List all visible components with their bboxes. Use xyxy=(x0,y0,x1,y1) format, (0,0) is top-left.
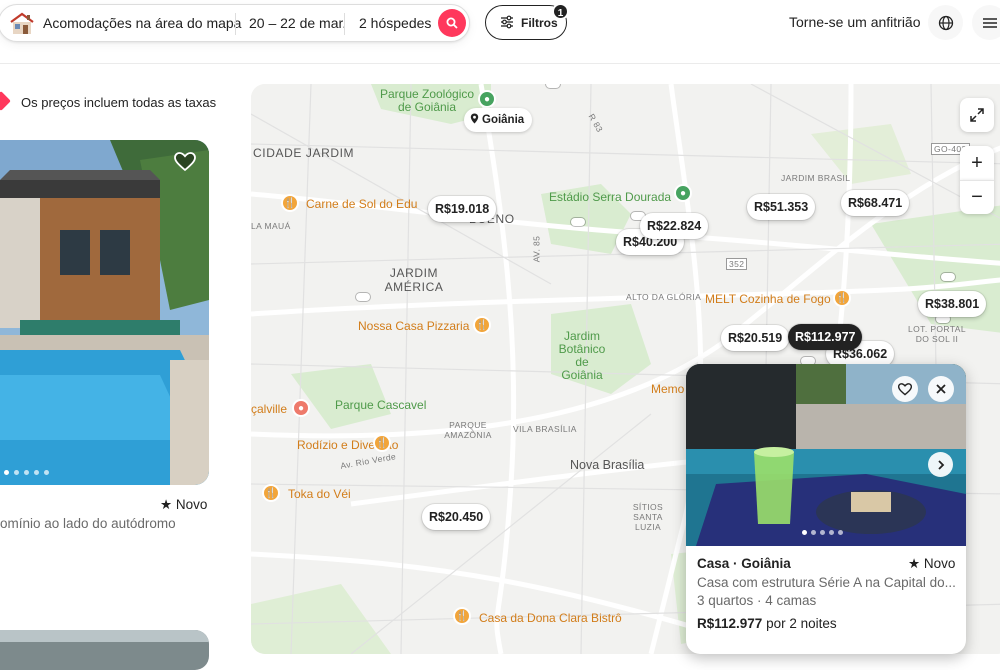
filters-label: Filtros xyxy=(521,16,558,30)
map-label-parque-amazonia: PARQUE AMAZÔNIA xyxy=(444,420,492,440)
map-place-chip-label: Goiânia xyxy=(482,114,525,126)
map-label-nova-brasilia: Nova Brasília xyxy=(570,458,645,472)
filters-icon xyxy=(501,15,513,29)
zoom-in-button[interactable]: + xyxy=(960,146,994,180)
map-label-zoo: Parque Zoológico de Goiânia xyxy=(379,87,475,114)
search-icon xyxy=(446,17,458,29)
map-label-vila-brasilia: VILA BRASÍLIA xyxy=(513,424,577,434)
carousel-dots xyxy=(4,470,49,475)
zoom-out-button[interactable]: − xyxy=(960,180,994,214)
map-label-cavalle: çalville xyxy=(251,402,288,416)
map-label-jardim-america: JARDIM AMÉRICA xyxy=(384,266,444,294)
listing-popup-photo[interactable] xyxy=(686,364,966,546)
price-20519[interactable]: R$20.519 xyxy=(721,325,790,351)
location-pin-icon xyxy=(470,113,479,124)
search-button[interactable] xyxy=(438,9,466,37)
zoo-poi-icon: ● xyxy=(478,90,496,108)
price-51353[interactable]: R$51.353 xyxy=(747,194,816,220)
search-location[interactable]: Acomodações na área do mapa xyxy=(43,15,241,31)
popup-price-suffix: por 2 noites xyxy=(762,616,837,631)
map-place-chip[interactable]: Goiânia xyxy=(464,108,533,132)
map-label-cidade-jardim: CIDADE JARDIM xyxy=(253,146,355,160)
restaurant-poi-icon: 🍴 xyxy=(833,289,851,307)
search-guests[interactable]: 2 hóspedes xyxy=(359,15,431,31)
popup-price-amount: R$112.977 xyxy=(697,616,763,631)
popup-carousel-dots xyxy=(802,530,843,535)
popup-description: Casa com estrutura Série A na Capital do… xyxy=(697,575,956,590)
map-label-sitios: SÍTIOS SANTA LUZIA xyxy=(632,502,664,532)
map-label-casa-dona-clara: Casa da Dona Clara Bistrô xyxy=(479,611,622,625)
price-20450[interactable]: R$20.450 xyxy=(422,504,491,530)
map-label-la-maua: LA MAUÁ xyxy=(251,221,291,231)
map-label-parque-cascavel: Parque Cascavel xyxy=(335,398,427,412)
heart-icon xyxy=(898,382,912,396)
popup-listing-type: Casa · Goiânia xyxy=(697,556,791,571)
search-bar[interactable]: Acomodações na área do mapa 20 – 22 de m… xyxy=(0,4,470,42)
restaurant-poi-icon: 🍴 xyxy=(281,194,299,212)
globe-icon xyxy=(938,15,953,30)
map-label-melt: MELT Cozinha de Fogo xyxy=(705,292,831,306)
map-label-lot-portal: LOT. PORTAL DO SOL II xyxy=(908,324,966,344)
map-label-estadio: Estádio Serra Dourada xyxy=(549,190,672,204)
restaurant-poi-icon: 🍴 xyxy=(453,607,471,625)
menu-icon xyxy=(982,17,997,28)
map-label-memo: Memo xyxy=(651,382,685,396)
popup-price: R$112.977 por 2 noites xyxy=(697,616,837,631)
popup-rooms: 3 quartos · 4 camas xyxy=(697,593,817,608)
filters-count-badge: 1 xyxy=(552,3,569,20)
language-button[interactable] xyxy=(928,5,963,40)
listing-photo-next[interactable] xyxy=(0,630,209,670)
map-label-av85: AV. 85 xyxy=(531,235,542,263)
price-68471[interactable]: R$68.471 xyxy=(841,190,910,216)
listing-rating: ★ Novo xyxy=(160,497,208,512)
popup-next-photo-button[interactable] xyxy=(928,452,953,477)
user-menu-button[interactable] xyxy=(972,5,1000,40)
expand-icon xyxy=(970,108,984,122)
top-header: Acomodações na área do mapa 20 – 22 de m… xyxy=(0,0,1000,64)
listing-marker[interactable] xyxy=(571,218,585,226)
search-divider xyxy=(235,13,236,35)
restaurant-poi-icon: 🍴 xyxy=(373,434,391,452)
popup-heart-button[interactable] xyxy=(892,376,918,402)
price-38801[interactable]: R$38.801 xyxy=(918,291,987,317)
stadium-poi-icon: ● xyxy=(674,184,692,202)
price-112977[interactable]: R$112.977 xyxy=(788,324,863,350)
listing-title[interactable]: omínio ao lado do autódromo xyxy=(0,516,176,531)
price-19018[interactable]: R$19.018 xyxy=(428,196,497,222)
listing-marker[interactable] xyxy=(546,84,560,88)
map-label-carne-de-sol: Carne de Sol do Edu xyxy=(306,197,418,211)
listing-photo[interactable] xyxy=(0,140,209,485)
restaurant-poi-icon: 🍴 xyxy=(262,484,280,502)
price-22824[interactable]: R$22.824 xyxy=(640,213,709,239)
become-host-link[interactable]: Torne-se um anfitrião xyxy=(789,14,921,30)
price-notice: Os preços incluem todas as taxas xyxy=(21,95,217,110)
house-icon xyxy=(10,12,34,34)
map-label-jardim-brasil: JARDIM BRASIL xyxy=(781,173,851,183)
popup-close-button[interactable] xyxy=(928,376,954,402)
map-label-jardim-botanico: Jardim Botânico de Goiânia xyxy=(558,329,606,382)
shop-poi-icon: ● xyxy=(292,399,310,417)
map-label-toka: Toka do Véi xyxy=(288,487,351,501)
price-tag-icon xyxy=(0,91,11,111)
close-icon xyxy=(936,384,946,394)
heart-icon[interactable] xyxy=(174,152,196,172)
listing-popup-card[interactable]: Casa · Goiânia ★ Novo Casa com estrutura… xyxy=(686,364,966,654)
listing-marker[interactable] xyxy=(356,293,370,301)
popup-rating: ★ Novo xyxy=(908,556,956,571)
route-shield-352: 352 xyxy=(726,258,748,270)
chevron-right-icon xyxy=(937,459,944,470)
map-label-alto-da-gloria: ALTO DA GLÓRIA xyxy=(626,292,702,302)
expand-map-button[interactable] xyxy=(960,98,994,132)
map-label-nossa-casa: Nossa Casa Pizzaria xyxy=(358,319,470,333)
search-divider xyxy=(344,13,345,35)
restaurant-poi-icon: 🍴 xyxy=(473,316,491,334)
listing-marker[interactable] xyxy=(941,273,955,281)
search-dates[interactable]: 20 – 22 de mar. xyxy=(249,15,346,31)
